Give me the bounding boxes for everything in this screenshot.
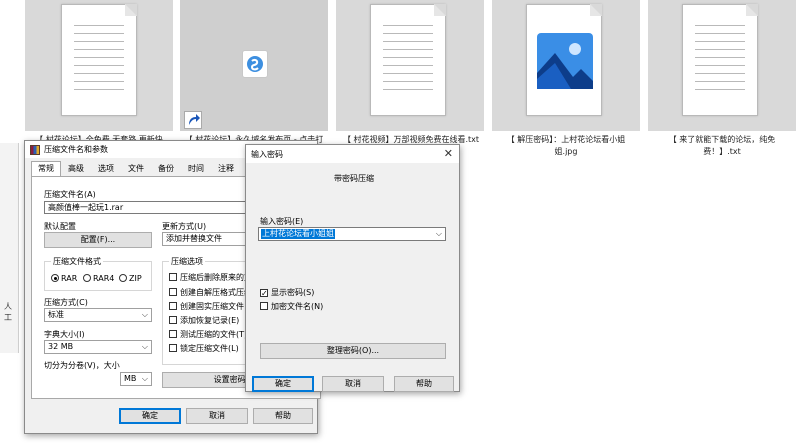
file-tile-2[interactable] [180, 0, 328, 131]
option-label: 测试压缩的文件(T) [180, 330, 248, 339]
format-zip-label: ZIP [129, 274, 142, 283]
format-group-label: 压缩文件格式 [51, 256, 103, 267]
tab-options[interactable]: 选项 [91, 161, 121, 176]
chevron-down-icon: ⌵ [141, 374, 148, 383]
update-mode-label: 更新方式(U) [162, 222, 207, 231]
option-label: 锁定压缩文件(L) [180, 344, 239, 353]
dict-select[interactable]: 32 MB ⌵ [44, 340, 152, 354]
option-label: 创建固实压缩文件 [180, 302, 244, 311]
tab-time[interactable]: 时间 [181, 161, 211, 176]
password-cancel-button[interactable]: 取消 [322, 376, 384, 392]
checkbox-checked-icon: ✓ [260, 289, 268, 298]
tab-advanced[interactable]: 高级 [61, 161, 91, 176]
default-profile-label: 默认配置 [44, 222, 76, 231]
option-recovery[interactable]: 添加恢复记录(E) [169, 315, 239, 326]
option-lock[interactable]: 锁定压缩文件(L) [169, 343, 239, 354]
checkbox-icon [260, 302, 268, 310]
show-password-label: 显示密码(S) [271, 288, 315, 297]
checkbox-icon [169, 316, 177, 324]
password-ok-button[interactable]: 确定 [252, 376, 314, 392]
ok-button[interactable]: 确定 [119, 408, 181, 424]
image-file-icon [526, 4, 602, 116]
checkbox-icon [169, 288, 177, 296]
document-icon [370, 4, 446, 116]
option-label: 添加恢复记录(E) [180, 316, 240, 325]
archive-name-label: 压缩文件名(A) [44, 190, 96, 199]
archive-dialog-title: 压缩文件名和参数 [44, 145, 108, 154]
option-solid[interactable]: 创建固实压缩文件 [169, 301, 244, 312]
split-label: 切分为分卷(V)，大小 [44, 361, 120, 370]
password-input-value: 上村花论坛看小姐姐 [261, 229, 335, 239]
encrypt-names-checkbox[interactable]: 加密文件名(N) [260, 301, 323, 312]
file-tile-3[interactable] [336, 0, 484, 131]
show-password-checkbox[interactable]: ✓ 显示密码(S) [260, 287, 314, 298]
file-caption: 【 来了就能下载的论坛，纯免费！】.txt [668, 135, 776, 156]
radio-icon [83, 274, 91, 282]
file-tile-1[interactable] [25, 0, 173, 131]
checkbox-icon [169, 273, 177, 281]
format-zip-radio[interactable]: ZIP [119, 274, 142, 283]
chevron-down-icon: ⌵ [141, 310, 148, 319]
close-icon[interactable]: ✕ [444, 147, 453, 160]
format-rar4-radio[interactable]: RAR4 [83, 274, 114, 283]
document-icon [61, 4, 137, 116]
format-rar4-label: RAR4 [93, 274, 115, 283]
help-button[interactable]: 帮助 [253, 408, 313, 424]
tab-comment[interactable]: 注释 [211, 161, 241, 176]
checkbox-icon [169, 302, 177, 310]
cancel-button[interactable]: 取消 [186, 408, 248, 424]
update-mode-value: 添加并替换文件 [166, 234, 222, 243]
profile-button[interactable]: 配置(F)... [44, 232, 152, 248]
option-test[interactable]: 测试压缩的文件(T) [169, 329, 247, 340]
left-side-panel: 人工 [0, 143, 19, 353]
format-rar-radio[interactable]: RAR [51, 274, 77, 283]
method-label: 压缩方式(C) [44, 298, 88, 307]
encrypt-names-label: 加密文件名(N) [271, 302, 324, 311]
archive-tabs: 常规 高级 选项 文件 备份 时间 注释 [31, 161, 241, 177]
tab-files[interactable]: 文件 [121, 161, 151, 176]
format-rar-label: RAR [61, 274, 78, 283]
method-select[interactable]: 标准 ⌵ [44, 308, 152, 322]
shortcut-arrow-icon [184, 111, 202, 129]
split-unit-select[interactable]: MB ⌵ [120, 372, 152, 386]
tab-backup[interactable]: 备份 [151, 161, 181, 176]
password-help-button[interactable]: 帮助 [394, 376, 454, 392]
radio-selected-icon [51, 274, 59, 282]
tab-general[interactable]: 常规 [31, 161, 61, 177]
password-dialog-title: 输入密码 [251, 150, 283, 159]
document-icon [682, 4, 758, 116]
checkbox-icon [169, 330, 177, 338]
password-header: 带密码压缩 [334, 174, 374, 183]
file-tile-4[interactable] [492, 0, 640, 131]
file-caption: 【 解压密码】：上村花论坛看小姐姐.jpg [506, 135, 626, 156]
method-value: 标准 [48, 310, 64, 319]
options-group-label: 压缩选项 [169, 256, 205, 267]
password-input-label: 输入密码(E) [260, 217, 304, 226]
chevron-down-icon[interactable]: ⌵ [436, 229, 442, 239]
checkbox-icon [169, 344, 177, 352]
organize-passwords-button[interactable]: 整理密码(O)... [260, 343, 446, 359]
winrar-icon [30, 144, 40, 155]
password-input[interactable]: 上村花论坛看小姐姐 ⌵ [258, 227, 446, 241]
split-unit-value: MB [124, 374, 137, 383]
radio-icon [119, 274, 127, 282]
chevron-down-icon: ⌵ [141, 342, 148, 351]
file-tile-5[interactable] [648, 0, 796, 131]
app-shortcut-icon [242, 50, 268, 78]
password-dialog-titlebar[interactable]: 输入密码 ✕ [246, 145, 459, 163]
password-dialog-body: 带密码压缩 输入密码(E) 上村花论坛看小姐姐 ⌵ ✓ 显示密码(S) 加密文件名… [246, 163, 459, 392]
format-group: 压缩文件格式 RAR RAR4 ZIP [44, 256, 152, 291]
dict-value: 32 MB [48, 342, 74, 351]
password-dialog: 输入密码 ✕ 带密码压缩 输入密码(E) 上村花论坛看小姐姐 ⌵ ✓ 显示密码(S… [245, 144, 460, 392]
dict-label: 字典大小(I) [44, 330, 85, 339]
side-panel-text: 人工 [4, 302, 12, 322]
